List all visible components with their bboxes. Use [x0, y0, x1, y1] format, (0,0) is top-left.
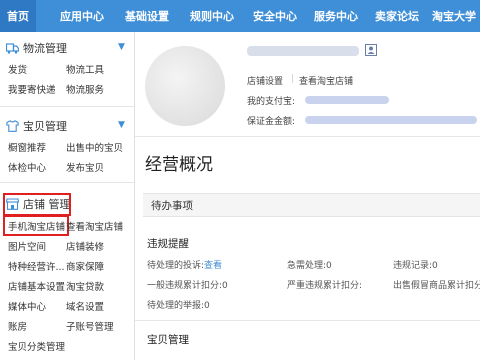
tab-basic-settings[interactable]: 基础设置	[117, 0, 177, 32]
divider	[135, 320, 480, 321]
todo-title: 待办事项	[151, 200, 193, 212]
goods-section-title[interactable]: 宝贝管理	[6, 118, 67, 136]
pending-complaint-row: 待处理的投诉:查看	[147, 258, 222, 271]
tab-rules-center[interactable]: 规则中心	[182, 0, 242, 32]
sidebar-link-domain-settings[interactable]: 域名设置	[66, 299, 104, 313]
shirt-icon	[6, 120, 19, 132]
goods-management-title: 宝贝管理	[147, 334, 189, 346]
separator: |	[291, 74, 295, 84]
pending-complaint-label: 待处理的投诉:	[147, 261, 205, 271]
main-content: 店铺设置 | 查看淘宝店铺 我的支付宝: 保证金金额: 经营概况 待办事项 违规…	[135, 32, 480, 360]
sidebar-link-merchant-guarantee[interactable]: 商家保障	[66, 259, 104, 273]
redacted-shop-name	[247, 46, 359, 56]
sidebar-link-store-decoration[interactable]: 店铺装修	[66, 239, 104, 253]
sidebar-link-account-room[interactable]: 账房	[8, 319, 27, 333]
divider	[0, 182, 134, 183]
divider	[135, 136, 480, 137]
violation-record-count: 违规记录:0	[393, 261, 438, 271]
sidebar-link-sub-account[interactable]: 子账号管理	[66, 319, 114, 333]
urgent-count: 急需处理:0	[287, 261, 332, 271]
pending-report-count: 待处理的举报:0	[147, 301, 210, 311]
sidebar-link-health-check[interactable]: 体检中心	[8, 160, 46, 174]
goods-title-text: 宝贝管理	[23, 120, 67, 133]
top-navigation: 首页 应用中心 基础设置 规则中心 安全中心 服务中心 卖家论坛 淘宝大学	[0, 0, 480, 32]
sidebar-link-media-center[interactable]: 媒体中心	[8, 299, 46, 313]
logistics-section-title[interactable]: 物流管理	[6, 40, 67, 58]
page-title: 经营概况	[145, 155, 213, 175]
redacted-deposit-amount	[305, 116, 477, 124]
logistics-icon	[6, 43, 19, 54]
sidebar: 物流管理 ▼ 发货 物流工具 我要寄快递 物流服务 宝贝管理 ▼ 橱窗推荐 出售…	[0, 32, 135, 360]
sidebar-link-view-taobao-store[interactable]: 查看淘宝店铺	[66, 219, 123, 233]
tab-seller-forum[interactable]: 卖家论坛	[367, 0, 427, 32]
sidebar-link-publish-item[interactable]: 发布宝贝	[66, 160, 104, 174]
sidebar-link-item-category[interactable]: 宝贝分类管理	[8, 339, 65, 353]
mobile-store-highlight	[3, 215, 69, 236]
avatar	[145, 46, 225, 126]
sidebar-link-special-license[interactable]: 特种经营许...	[8, 259, 65, 273]
sidebar-link-image-space[interactable]: 图片空间	[8, 239, 46, 253]
tab-service-center[interactable]: 服务中心	[306, 0, 366, 32]
general-deduction-count: 一般违规累计扣分:0	[147, 281, 228, 291]
contact-card-icon[interactable]	[365, 44, 377, 56]
chevron-down-icon[interactable]: ▼	[118, 42, 125, 52]
redacted-alipay-account	[305, 96, 389, 104]
sidebar-link-store-settings[interactable]: 店铺基本设置	[8, 279, 65, 293]
logistics-title-text: 物流管理	[23, 42, 67, 55]
tab-taobao-university[interactable]: 淘宝大学	[428, 0, 480, 32]
sidebar-link-logistics-service[interactable]: 物流服务	[66, 82, 104, 96]
sidebar-link-logistics-tools[interactable]: 物流工具	[66, 62, 104, 76]
tab-home[interactable]: 首页	[0, 0, 36, 32]
sidebar-link-window-recommend[interactable]: 橱窗推荐	[8, 140, 46, 154]
divider	[0, 106, 134, 107]
chevron-down-icon[interactable]: ▼	[118, 120, 125, 130]
view-taobao-store-link[interactable]: 查看淘宝店铺	[299, 74, 353, 87]
tab-app-center[interactable]: 应用中心	[52, 0, 112, 32]
alipay-label: 我的支付宝:	[247, 97, 296, 107]
sidebar-link-taobao-loan[interactable]: 淘宝贷款	[66, 279, 104, 293]
tab-security-center[interactable]: 安全中心	[245, 0, 305, 32]
serious-deduction-count: 严重违规累计扣分:	[287, 281, 363, 291]
sidebar-link-send-express[interactable]: 我要寄快递	[8, 82, 56, 96]
sidebar-link-on-sale-items[interactable]: 出售中的宝贝	[66, 140, 123, 154]
todo-panel-header: 待办事项	[143, 193, 480, 217]
deposit-label: 保证金金额:	[247, 117, 296, 127]
store-settings-link[interactable]: 店铺设置	[247, 74, 283, 87]
sidebar-link-ship[interactable]: 发货	[8, 62, 27, 76]
violation-reminder-title: 违规提醒	[147, 238, 189, 250]
store-title-highlight	[3, 193, 71, 216]
fake-deduction-count: 出售假冒商品累计扣分:	[393, 281, 480, 291]
view-complaint-link[interactable]: 查看	[204, 261, 222, 271]
